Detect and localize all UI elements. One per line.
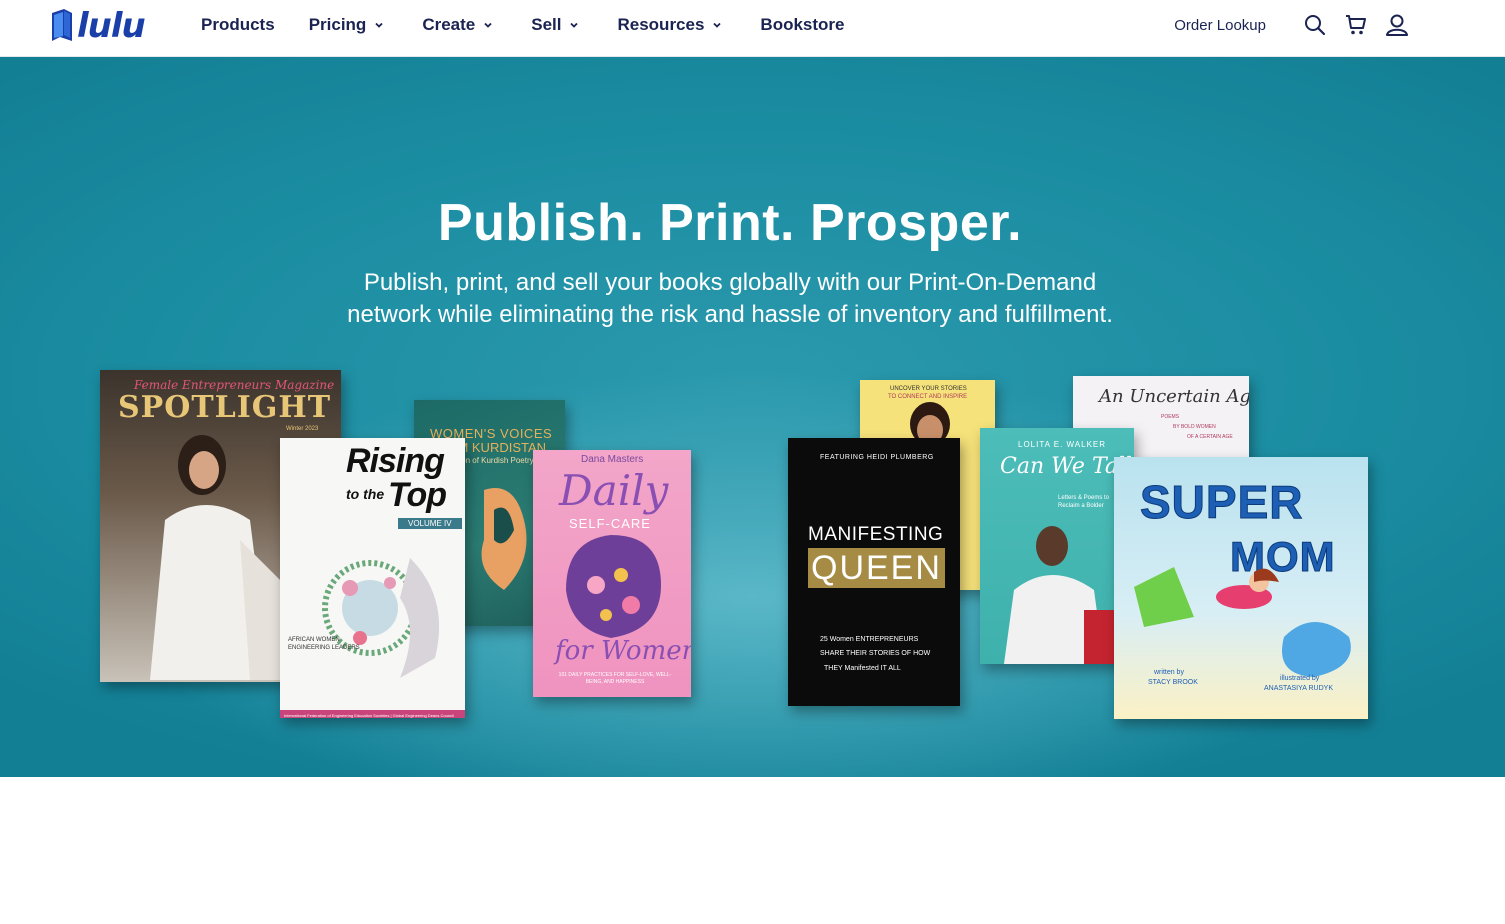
book-uncover-portrait [910,402,950,442]
nav-pricing[interactable]: Pricing [309,15,385,35]
book-spotlight-portrait [150,435,290,680]
book-rising-illustration [322,558,440,678]
book-daily-tagline: 101 DAILY PRACTICES FOR SELF-LOVE, WELL-… [558,672,672,685]
book-voices-illustration [481,488,527,590]
book-rising-to-the-top: Rising to the Top VOLUME IV AFRICAN WOME… [280,438,465,718]
book-supermom-illustrated: illustrated by [1280,675,1320,682]
book-daily-self-care: Dana Masters Daily SELF-CARE for Women 1… [533,450,691,697]
nav-sell[interactable]: Sell [531,15,579,35]
book-uncertain-line-2: BY BOLD WOMEN [1173,424,1216,430]
book-manifesting-line-2: SHARE THEIR STORIES OF HOW [820,650,931,657]
book-daily-for-women: for Women [555,636,691,666]
nav-create[interactable]: Create [422,15,493,35]
nav-bookstore[interactable]: Bookstore [760,15,844,35]
book-supermom-title-1: SUPER [1139,476,1304,529]
chevron-down-icon [375,22,383,28]
book-cantalk-author: LOLITA E. WALKER [1018,440,1107,449]
utility-nav: Order Lookup [1174,0,1409,50]
book-cantalk-portrait [1004,526,1124,664]
book-rising-title-3: Top [388,476,447,514]
book-manifesting-title-2: QUEEN [808,548,945,588]
order-lookup-link[interactable]: Order Lookup [1174,17,1266,34]
chevron-down-icon [713,22,722,28]
book-rising-title-2: to the [346,486,385,502]
book-spotlight-edition: Winter 2023 [286,426,319,432]
book-manifesting-featuring: FEATURING HEIDI PLUMBERG [820,454,934,461]
book-supermom-author: STACY BROOK [1148,679,1198,686]
book-daily-illustration [566,535,661,638]
nav-products[interactable]: Products [201,15,275,35]
book-supermom-illustrator: ANASTASIYA RUDYK [1264,685,1333,692]
book-supermom-illustration [1134,567,1351,677]
nav-create-label: Create [422,15,476,34]
book-manifesting-queen: FEATURING HEIDI PLUMBERG MANIFESTING QUE… [788,438,960,706]
site-header: lulu Products Pricing Create Sell Resour… [0,0,1505,57]
book-daily-subtitle: SELF-CARE [569,516,651,531]
book-uncover-line-1: UNCOVER YOUR STORIES [890,386,967,392]
book-manifesting-line-3: THEY Manifested IT ALL [824,665,901,672]
book-manifesting-line-1: 25 Women ENTREPRENEURS [820,636,919,643]
account-icon[interactable] [1385,13,1409,37]
chevron-down-icon [484,22,492,28]
chevron-down-icon [570,22,579,28]
hero-title: Publish. Print. Prosper. [437,194,1023,252]
content-area [0,777,1505,924]
nav-pricing-label: Pricing [308,15,367,34]
hero-banner: Publish. Print. Prosper. Publish, print,… [0,57,1505,777]
nav-resources-label: Resources [617,15,705,34]
book-uncertain-line-1: POEMS [1161,414,1180,420]
book-uncertain-title: An Uncertain Age [1099,386,1249,407]
book-supermom-written: written by [1154,669,1184,676]
book-daily-title: Daily [559,466,669,515]
book-rising-footer: International Federation of Engineering … [284,713,454,718]
book-uncover-line-2: TO CONNECT AND INSPIRE [888,394,968,400]
lulu-logo[interactable]: lulu [50,6,146,46]
search-icon[interactable] [1303,13,1327,37]
nav-products-label: Products [201,15,275,34]
book-daily-author: Dana Masters [581,454,644,465]
logo-wordmark: lulu [77,6,146,46]
main-nav: Products Pricing Create Sell Resources B… [201,0,845,50]
book-logo-icon [50,9,74,43]
nav-bookstore-label: Bookstore [760,15,845,34]
book-spotlight-title: SPOTLIGHT [118,390,332,425]
cart-icon[interactable] [1344,13,1368,37]
book-super-mom: SUPER MOM written by STACY BROOK illustr… [1114,457,1368,719]
book-manifesting-title-1: MANIFESTING [808,524,944,545]
book-can-we-talk: LOLITA E. WALKER Can We Talk Letters & P… [980,428,1134,664]
nav-resources[interactable]: Resources [617,15,722,35]
hero-subtitle: Publish, print, and sell your books glob… [347,269,1113,328]
nav-sell-label: Sell [531,15,562,34]
book-uncertain-line-3: OF A CERTAIN AGE [1187,434,1233,440]
book-rising-subtitle: AFRICAN WOMEN ENGINEERING LEADERS [288,637,360,651]
